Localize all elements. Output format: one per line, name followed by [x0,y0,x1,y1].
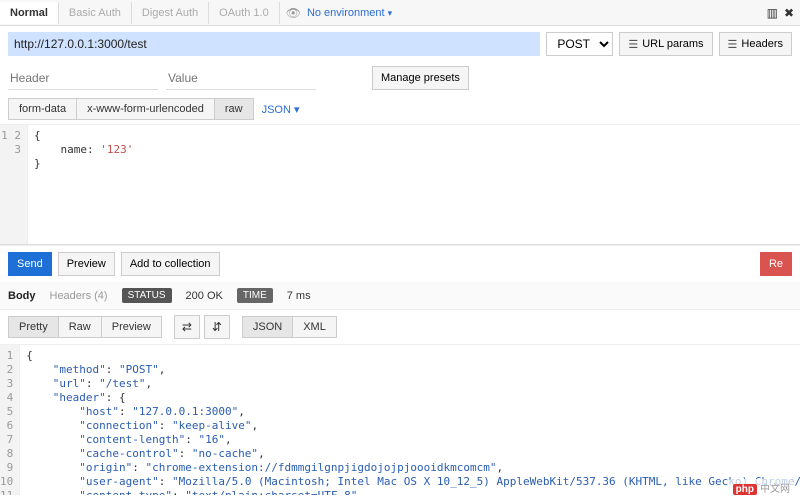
send-button[interactable]: Send [8,252,52,276]
request-code[interactable]: { name: '123' } [28,125,800,244]
response-tab-body[interactable]: Body [8,290,36,302]
headers-button[interactable]: ☰Headers [719,32,792,56]
url-params-button[interactable]: ☰URL params [619,32,712,56]
request-body-editor[interactable]: 1 2 3 { name: '123' } [0,125,800,245]
layout-icon[interactable]: ▥ [767,6,778,20]
response-code[interactable]: { "method": "POST", "url": "/test", "hea… [20,345,800,495]
method-select[interactable]: POST [546,32,613,56]
format-raw[interactable]: Raw [58,316,101,338]
manage-presets-button[interactable]: Manage presets [372,66,469,90]
header-key-input[interactable] [8,67,158,90]
response-body-editor[interactable]: 1 2 3 4 5 6 7 8 9 10 11 12 13 14 { "meth… [0,345,800,495]
add-to-collection-button[interactable]: Add to collection [121,252,220,276]
format-row: Pretty Raw Preview ⇄ ⇵ JSON XML [0,310,800,345]
body-tab-urlencoded[interactable]: x-www-form-urlencoded [76,98,214,120]
body-format-select[interactable]: JSON ▾ [262,103,300,116]
action-row: Send Preview Add to collection Re [0,245,800,282]
params-icon: ☰ [628,38,638,51]
watermark: php中文网 [729,479,794,496]
eye-icon[interactable]: 👁 [280,6,307,20]
environment-selector[interactable]: No environment ▾ [307,7,400,19]
auth-tab-oauth[interactable]: OAuth 1.0 [209,2,280,24]
body-tab-raw[interactable]: raw [214,98,254,120]
header-value-input[interactable] [166,67,316,90]
auth-tab-basic[interactable]: Basic Auth [59,2,132,24]
wrench-icon[interactable]: ✖ [784,6,794,20]
chevron-down-icon: ▾ [294,104,300,116]
type-xml[interactable]: XML [292,316,337,338]
status-label: STATUS [122,288,172,303]
top-bar: Normal Basic Auth Digest Auth OAuth 1.0 … [0,0,800,26]
url-input[interactable] [8,32,540,56]
format-pretty[interactable]: Pretty [8,316,58,338]
header-value-row: Manage presets [0,62,800,94]
time-label: TIME [237,288,273,303]
format-preview[interactable]: Preview [101,316,162,338]
time-value: 7 ms [287,290,311,302]
preview-button[interactable]: Preview [58,252,115,276]
request-url-row: POST ☰URL params ☰Headers [0,26,800,62]
wrap-icon[interactable]: ⇄ [174,315,200,339]
watermark-logo: php [733,484,757,495]
auth-tab-normal[interactable]: Normal [0,2,59,24]
headers-icon: ☰ [728,38,738,51]
body-tabs: form-data x-www-form-urlencoded raw JSON… [0,94,800,125]
chevron-down-icon: ▾ [388,8,393,18]
status-value: 200 OK [186,290,223,302]
response-header: Body Headers (4) STATUS 200 OK TIME 7 ms [0,282,800,310]
type-json[interactable]: JSON [242,316,292,338]
body-tab-formdata[interactable]: form-data [8,98,76,120]
reset-button[interactable]: Re [760,252,792,276]
response-gutter: 1 2 3 4 5 6 7 8 9 10 11 12 13 14 [0,345,20,495]
request-gutter: 1 2 3 [0,125,28,244]
response-tab-headers[interactable]: Headers (4) [50,290,108,302]
search-icon[interactable]: ⇵ [204,315,230,339]
auth-tab-digest[interactable]: Digest Auth [132,2,209,24]
